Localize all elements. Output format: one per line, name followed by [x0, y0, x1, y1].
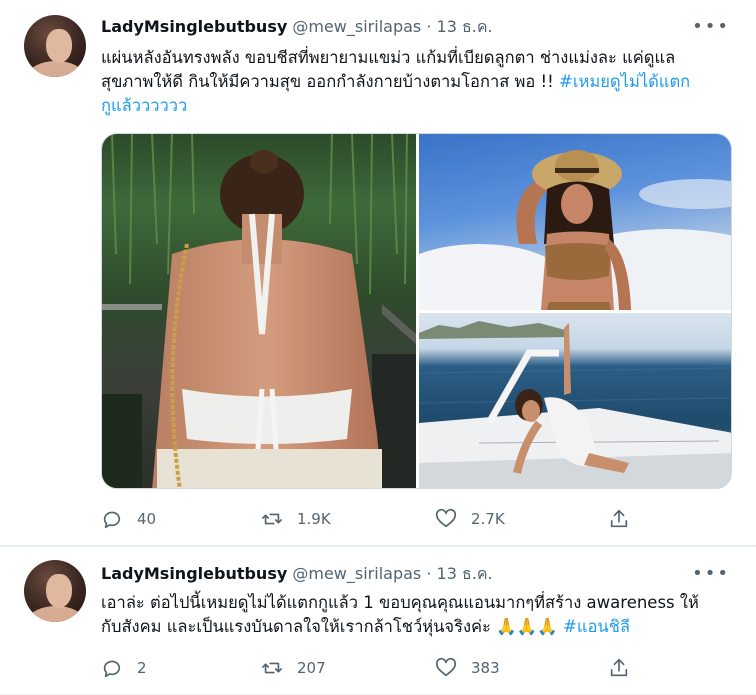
avatar[interactable] [24, 15, 86, 77]
user-handle[interactable]: @mew_sirilapas [292, 564, 421, 583]
share-icon [610, 509, 628, 528]
share-icon [610, 658, 628, 677]
tweet[interactable]: LadyMsinglebutbusy @mew_sirilapas · 13 ธ… [0, 0, 756, 546]
hashtag-link-continued[interactable]: กูแล้วววววว [101, 94, 741, 118]
separator-dot: · [426, 564, 432, 583]
photo-back-halter-top-art [102, 134, 416, 488]
like-button[interactable]: 2.7K [435, 507, 505, 531]
share-button[interactable] [608, 507, 630, 531]
separator-dot: · [426, 17, 432, 36]
display-name[interactable]: LadyMsinglebutbusy [101, 564, 287, 583]
tweet-date[interactable]: 13 ธ.ค. [437, 17, 493, 36]
retweet-icon [262, 513, 282, 525]
tweet-text-part: สุขภาพให้ดี กินให้มีความสุข ออกกำลังกายบ… [101, 72, 560, 91]
tweet-text-line: สุขภาพให้ดี กินให้มีความสุข ออกกำลังกายบ… [101, 70, 741, 94]
avatar-shoulder [28, 606, 84, 622]
hashtag-link[interactable]: #เหมยดูไม่ได้แตก [559, 72, 690, 91]
retweet-count: 207 [297, 659, 326, 677]
photo-back-halter-top[interactable] [102, 134, 416, 488]
reply-button[interactable]: 2 [101, 656, 147, 680]
photo-boat-white-swimsuit-art [419, 321, 731, 488]
avatar[interactable] [24, 560, 86, 622]
like-button[interactable]: 383 [435, 656, 500, 680]
reply-icon [103, 511, 121, 529]
hashtag-link[interactable]: #แอนชิลี [563, 617, 630, 636]
heart-icon [435, 657, 457, 677]
media-grid [101, 133, 732, 489]
tweet-text-line: กับสังคม และเป็นแรงบันดาลใจให้เรากล้าโชว… [101, 615, 741, 639]
photo-straw-hat-swimwear[interactable] [419, 134, 731, 310]
share-button[interactable] [608, 656, 630, 680]
like-count: 2.7K [471, 510, 505, 528]
reply-icon [103, 660, 121, 678]
photo-boat-white-swimsuit[interactable] [419, 313, 731, 488]
reply-count: 2 [137, 659, 147, 677]
more-options-icon[interactable]: ••• [692, 18, 730, 36]
reply-button[interactable]: 40 [101, 507, 156, 531]
like-count: 383 [471, 659, 500, 677]
avatar-face [46, 574, 72, 608]
tweet-header: LadyMsinglebutbusy @mew_sirilapas · 13 ธ… [101, 564, 493, 584]
photo-straw-hat-swimwear-art [419, 150, 731, 310]
tweet-text: เอาล่ะ ต่อไปนี้เหมยดูไม่ได้แตกกูแล้ว 1 ข… [101, 591, 741, 639]
tweet-text-line: เอาล่ะ ต่อไปนี้เหมยดูไม่ได้แตกกูแล้ว 1 ข… [101, 593, 699, 612]
reply-count: 40 [137, 510, 157, 528]
more-options-icon[interactable]: ••• [692, 565, 730, 583]
retweet-button[interactable]: 207 [261, 656, 326, 680]
retweet-button[interactable]: 1.9K [261, 507, 331, 531]
avatar-face [46, 29, 72, 63]
retweet-count: 1.9K [297, 510, 331, 528]
avatar-shoulder [28, 61, 84, 77]
tweet-actions: 2 207 383 [101, 656, 741, 680]
tweet-date[interactable]: 13 ธ.ค. [437, 564, 493, 583]
retweet-icon [262, 662, 282, 674]
heart-icon [435, 508, 457, 528]
user-handle[interactable]: @mew_sirilapas [292, 17, 421, 36]
tweet-actions: 40 1.9K 2.7K [101, 507, 741, 531]
tweet[interactable]: LadyMsinglebutbusy @mew_sirilapas · 13 ธ… [0, 546, 756, 695]
tweet-header: LadyMsinglebutbusy @mew_sirilapas · 13 ธ… [101, 17, 493, 37]
display-name[interactable]: LadyMsinglebutbusy [101, 17, 287, 36]
tweet-text: แผ่นหลังอันทรงพลัง ขอบชีสที่พยายามแขม่ว … [101, 46, 741, 118]
tweet-text-part: กับสังคม และเป็นแรงบันดาลใจให้เรากล้าโชว… [101, 617, 564, 636]
tweet-text-line: แผ่นหลังอันทรงพลัง ขอบชีสที่พยายามแขม่ว … [101, 48, 676, 67]
